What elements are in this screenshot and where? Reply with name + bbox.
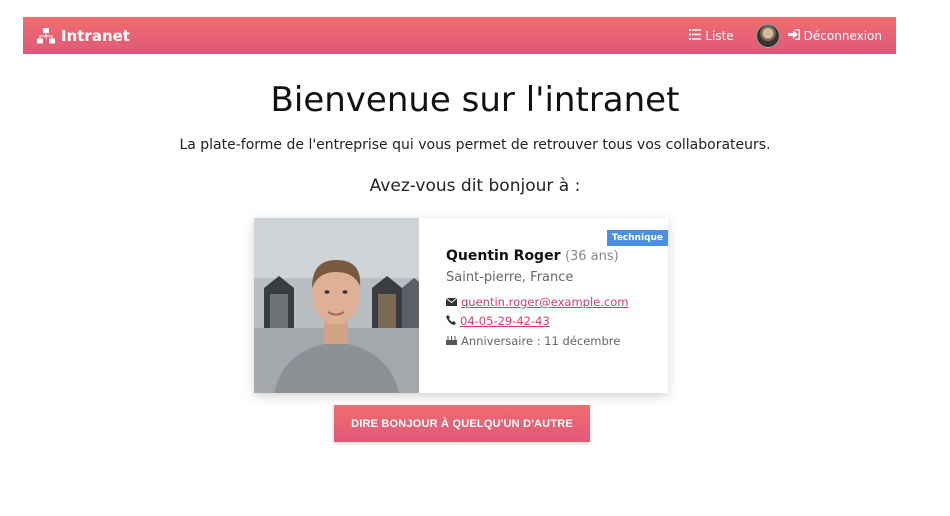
logout-label: Déconnexion <box>803 28 882 43</box>
collaborator-age: (36 ans) <box>564 249 619 264</box>
brand-link[interactable]: Intranet <box>37 27 130 45</box>
phone-link[interactable]: 04-05-29-42-43 <box>460 314 550 328</box>
greeting-question: Avez-vous dit bonjour à : <box>369 176 581 196</box>
phone-line: 04-05-29-42-43 <box>446 314 668 328</box>
department-badge: Technique <box>606 230 668 246</box>
sign-out-icon <box>787 28 800 43</box>
nav-right: Liste Déconnexion <box>689 23 882 48</box>
page-subtitle: La plate-forme de l'entreprise qui vous … <box>179 137 771 153</box>
envelope-icon <box>445 295 458 309</box>
collaborator-card: Technique Quentin Roger (36 ans) Saint-p… <box>254 218 668 393</box>
birthday-cake-icon <box>446 334 457 348</box>
page-title: Bienvenue sur l'intranet <box>270 80 680 120</box>
brand-label: Intranet <box>61 26 130 45</box>
collaborator-name: Quentin Roger <box>446 248 561 264</box>
birthday-line: Anniversaire : 11 décembre <box>446 334 668 348</box>
say-hello-other-button[interactable]: DIRE BONJOUR À QUELQU'UN D'AUTRE <box>334 405 590 442</box>
email-link[interactable]: quentin.roger@example.com <box>461 295 628 309</box>
collaborator-name-line: Quentin Roger (36 ans) <box>446 248 668 264</box>
phone-icon <box>446 314 456 328</box>
collaborator-photo <box>254 218 419 393</box>
logout-link[interactable]: Déconnexion <box>787 28 882 43</box>
nav-list-label: Liste <box>705 28 734 43</box>
collaborator-location: Saint-pierre, France <box>446 270 574 285</box>
nav-list-link[interactable]: Liste <box>689 28 734 43</box>
email-line: quentin.roger@example.com <box>445 295 668 309</box>
list-icon <box>689 28 702 43</box>
collaborator-info: Technique Quentin Roger (36 ans) Saint-p… <box>419 218 668 393</box>
user-avatar[interactable] <box>755 23 780 48</box>
navbar: Intranet Liste Déconnexion <box>23 17 896 54</box>
birthday-text: Anniversaire : 11 décembre <box>461 334 621 348</box>
sitemap-icon <box>37 27 55 44</box>
